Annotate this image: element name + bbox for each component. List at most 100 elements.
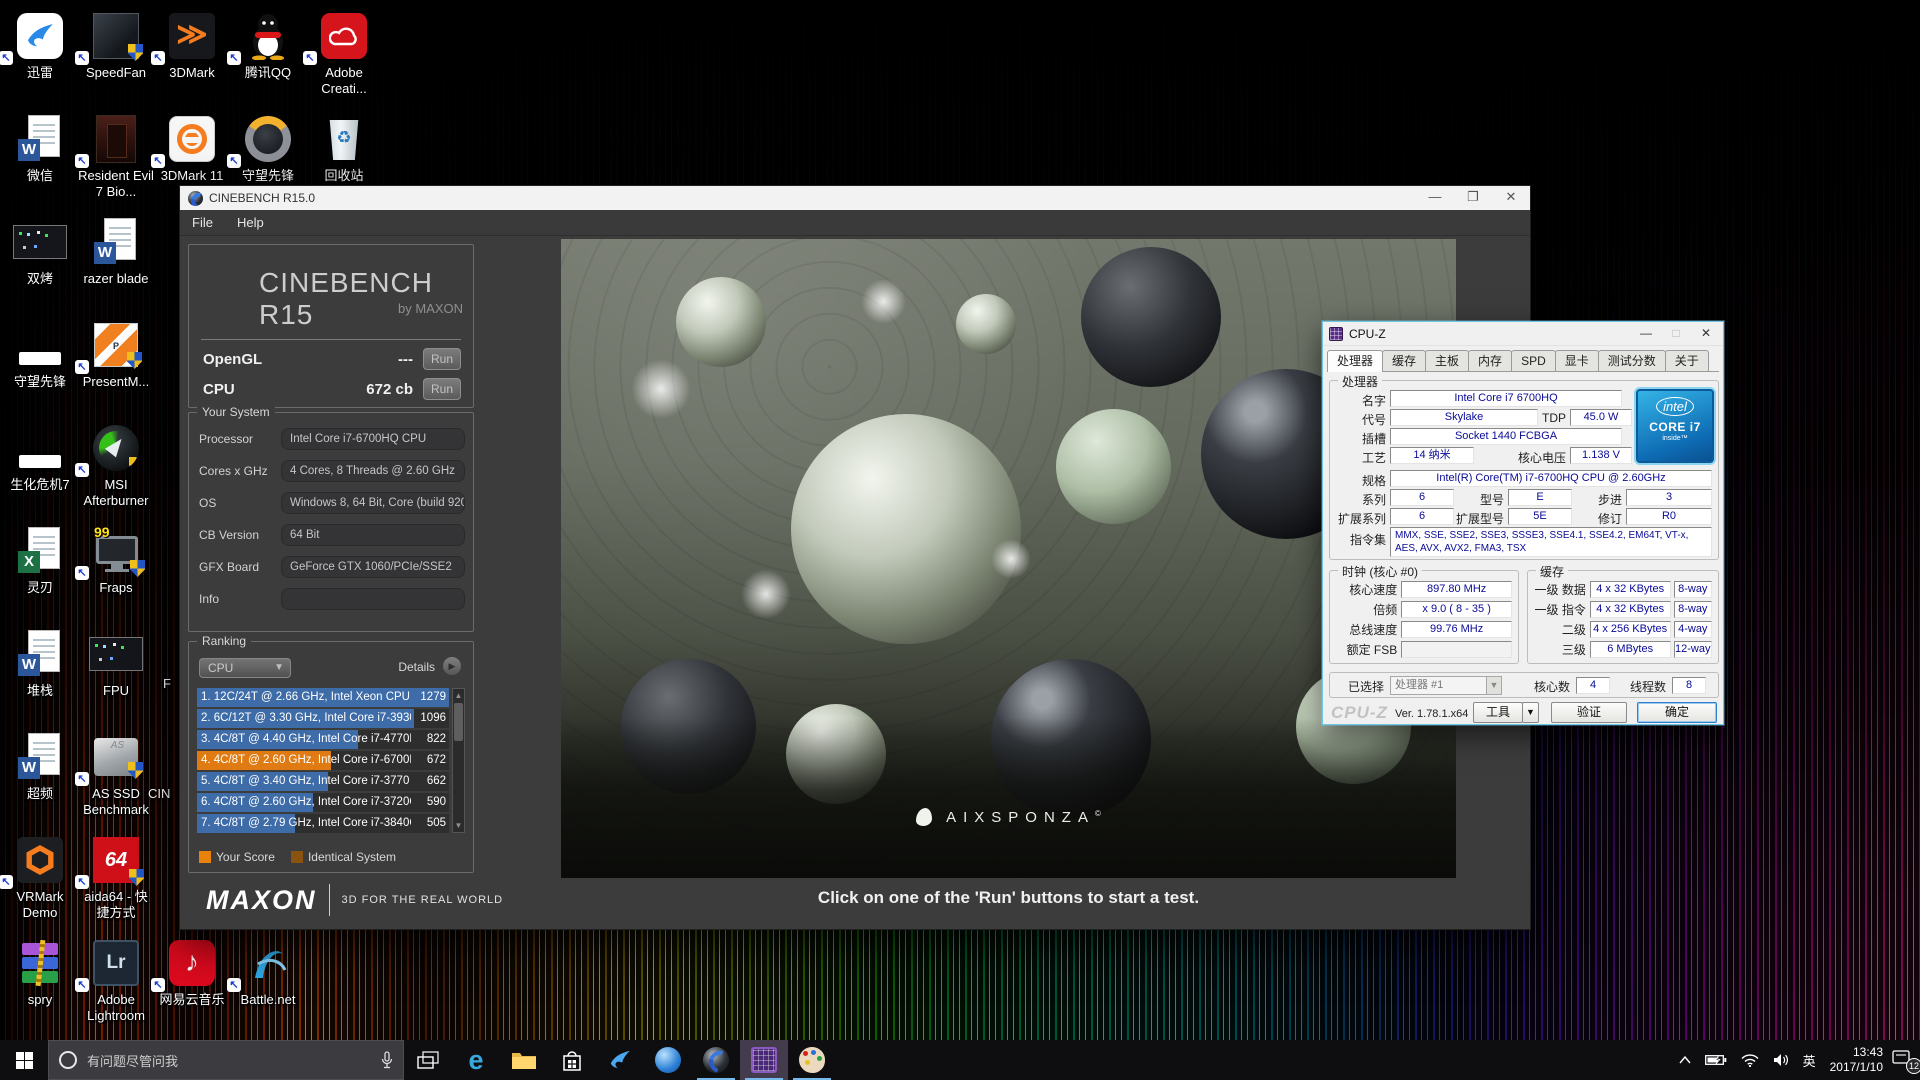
- menu-file[interactable]: File: [180, 215, 225, 230]
- taskbar-button-palette[interactable]: [788, 1040, 836, 1080]
- tab-处理器[interactable]: 处理器: [1327, 350, 1383, 372]
- desktop-icon-word[interactable]: W超频: [2, 731, 78, 802]
- ranking-details-button[interactable]: ▶: [443, 657, 461, 675]
- desktop-icon-lightroom[interactable]: Lr↖Adobe Lightroom: [78, 937, 154, 1024]
- scrollbar-thumb[interactable]: [454, 703, 463, 741]
- xunlei-bird-icon: [23, 19, 57, 53]
- ranking-row-score: 822: [427, 730, 446, 749]
- desktop-icon-word[interactable]: W微信: [2, 113, 78, 184]
- tab-测试分数[interactable]: 测试分数: [1598, 350, 1666, 371]
- maximize-button[interactable]: ❐: [1454, 186, 1492, 210]
- microphone-icon[interactable]: [381, 1051, 393, 1069]
- field-label: 插槽: [1330, 430, 1386, 447]
- cpuz-titlebar[interactable]: CPU-Z — □ ✕: [1323, 322, 1723, 346]
- scroll-down-icon[interactable]: ▼: [453, 819, 464, 832]
- cinebench-titlebar[interactable]: CINEBENCH R15.0 — ❐ ✕: [180, 186, 1530, 210]
- desktop-icon-thumb[interactable]: 双烤: [2, 216, 78, 287]
- desktop-icon-word[interactable]: W堆栈: [2, 628, 78, 699]
- desktop-icon-threedmark11[interactable]: ↖3DMark 11: [154, 113, 230, 184]
- taskbar-button-edge[interactable]: e: [452, 1040, 500, 1080]
- desktop-icon-xunlei[interactable]: ↖迅雷: [2, 10, 78, 81]
- minimize-button[interactable]: —: [1416, 186, 1454, 210]
- tab-SPD[interactable]: SPD: [1511, 350, 1556, 371]
- desktop-icon-presentmon[interactable]: P↖PresentM...: [78, 319, 154, 390]
- minimize-button[interactable]: —: [1631, 322, 1661, 346]
- close-button[interactable]: ✕: [1492, 186, 1530, 210]
- desktop-icon-asssd[interactable]: AS↖AS SSD Benchmark: [78, 731, 154, 818]
- desktop-icon-msi[interactable]: ↖MSI Afterburner: [78, 422, 154, 509]
- desktop-icon-fraps[interactable]: 99↖Fraps: [78, 525, 154, 596]
- opengl-run-button[interactable]: Run: [423, 348, 461, 370]
- taskbar-button-cinebench[interactable]: [692, 1040, 740, 1080]
- ranking-scrollbar[interactable]: ▲ ▼: [452, 688, 465, 833]
- scene-sphere: [786, 704, 886, 804]
- wifi-icon[interactable]: [1734, 1040, 1766, 1080]
- instructions-field: MMX, SSE, SSE2, SSE3, SSSE3, SSE4.1, SSE…: [1390, 527, 1712, 557]
- shortcut-arrow-icon: ↖: [75, 566, 89, 580]
- clock[interactable]: 13:432017/1/10: [1823, 1040, 1890, 1080]
- scene-sphere: [1081, 247, 1221, 387]
- taskbar-button-file-explorer[interactable]: [500, 1040, 548, 1080]
- taskbar-button-blue-app[interactable]: [644, 1040, 692, 1080]
- scroll-up-icon[interactable]: ▲: [453, 689, 464, 702]
- maximize-button[interactable]: □: [1661, 322, 1691, 346]
- system-row-label: OS: [199, 496, 281, 510]
- desktop-icon-whitebar[interactable]: 生化危机7: [2, 422, 78, 493]
- desktop-icon-winrar[interactable]: spry: [2, 937, 78, 1008]
- tools-button[interactable]: 工具: [1473, 702, 1523, 723]
- tray-chevron-up-icon[interactable]: [1672, 1040, 1698, 1080]
- desktop-icon-adobecc[interactable]: ↖Adobe Creati...: [306, 10, 382, 97]
- cinebench-logo-title: CINEBENCH R15: [259, 267, 473, 331]
- stepping-field: 3: [1626, 489, 1712, 506]
- speaker-icon[interactable]: [1766, 1040, 1796, 1080]
- taskbar-button-xunlei[interactable]: [596, 1040, 644, 1080]
- action-center-button[interactable]: 12: [1890, 1040, 1920, 1080]
- task-view-icon: [417, 1051, 439, 1069]
- desktop-icon-thumb[interactable]: FPU: [78, 628, 154, 699]
- tab-内存[interactable]: 内存: [1468, 350, 1512, 371]
- cpu-run-button[interactable]: Run: [423, 378, 461, 400]
- ranking-row[interactable]: 5. 4C/8T @ 3.40 GHz, Intel Core i7-3770 …: [197, 772, 449, 791]
- desktop-icon-re7[interactable]: ↖Resident Evil 7 Bio...: [78, 113, 154, 200]
- desktop-icon-netease[interactable]: ♪↖网易云音乐: [154, 937, 230, 1008]
- menu-help[interactable]: Help: [225, 215, 276, 230]
- your-system-panel: Your System ProcessorIntel Core i7-6700H…: [188, 412, 474, 632]
- tab-主板[interactable]: 主板: [1425, 350, 1469, 371]
- ranking-row[interactable]: 6. 4C/8T @ 2.60 GHz, Intel Core i7-3720Q…: [197, 793, 449, 812]
- desktop-icon-overwatch[interactable]: ↖守望先锋: [230, 113, 306, 184]
- ranking-row[interactable]: 3. 4C/8T @ 4.40 GHz, Intel Core i7-4770K…: [197, 730, 449, 749]
- desktop-icon-word[interactable]: Wrazer blade: [78, 216, 154, 287]
- ranking-row[interactable]: 7. 4C/8T @ 2.79 GHz, Intel Core i7-3840Q…: [197, 814, 449, 833]
- start-button[interactable]: [0, 1040, 48, 1080]
- tab-缓存[interactable]: 缓存: [1382, 350, 1426, 371]
- desktop-icon-threedmark[interactable]: ≫↖3DMark: [154, 10, 230, 81]
- taskbar-button-cpu-z[interactable]: [740, 1040, 788, 1080]
- tab-显卡[interactable]: 显卡: [1555, 350, 1599, 371]
- close-button[interactable]: ✕: [1691, 322, 1721, 346]
- chevron-down-icon: ▼: [274, 659, 284, 677]
- desktop-icon-qq[interactable]: ↖腾讯QQ: [230, 10, 306, 81]
- ranking-filter-dropdown[interactable]: CPU▼: [199, 658, 291, 678]
- validate-button[interactable]: 验证: [1551, 702, 1627, 723]
- taskbar-button-store[interactable]: [548, 1040, 596, 1080]
- taskbar-button-task-view[interactable]: [404, 1040, 452, 1080]
- tools-dropdown-button[interactable]: ▼: [1522, 702, 1539, 723]
- desktop-icon-speedfan[interactable]: ↖SpeedFan: [78, 10, 154, 81]
- desktop-icon-whitebar[interactable]: 守望先锋: [2, 319, 78, 390]
- scene-dandelion: [631, 359, 691, 419]
- desktop-icon-aida64[interactable]: 64↖aida64 - 快捷方式: [78, 834, 154, 921]
- tab-关于[interactable]: 关于: [1665, 350, 1709, 371]
- battery-icon[interactable]: [1698, 1040, 1734, 1080]
- ok-button[interactable]: 确定: [1637, 702, 1717, 723]
- desktop-icon-recycle[interactable]: ♻回收站: [306, 113, 382, 184]
- ranking-row[interactable]: 1. 12C/24T @ 2.66 GHz, Intel Xeon CPU X5…: [197, 688, 449, 707]
- desktop-icon-vrmark[interactable]: ↖VRMark Demo: [2, 834, 78, 921]
- input-language-indicator[interactable]: 英: [1796, 1040, 1823, 1080]
- uac-shield-icon: [127, 352, 142, 369]
- processor-select-dropdown[interactable]: 处理器 #1▼: [1390, 676, 1502, 695]
- ranking-row[interactable]: 4. 4C/8T @ 2.60 GHz, Intel Core i7-6700H…: [197, 751, 449, 770]
- desktop-icon-battlenet[interactable]: ↖Battle.net: [230, 937, 306, 1008]
- desktop-icon-excel[interactable]: X灵刃: [2, 525, 78, 596]
- ranking-row[interactable]: 2. 6C/12T @ 3.30 GHz, Intel Core i7-3930…: [197, 709, 449, 728]
- cortana-search-box[interactable]: 有问题尽管问我: [48, 1040, 404, 1080]
